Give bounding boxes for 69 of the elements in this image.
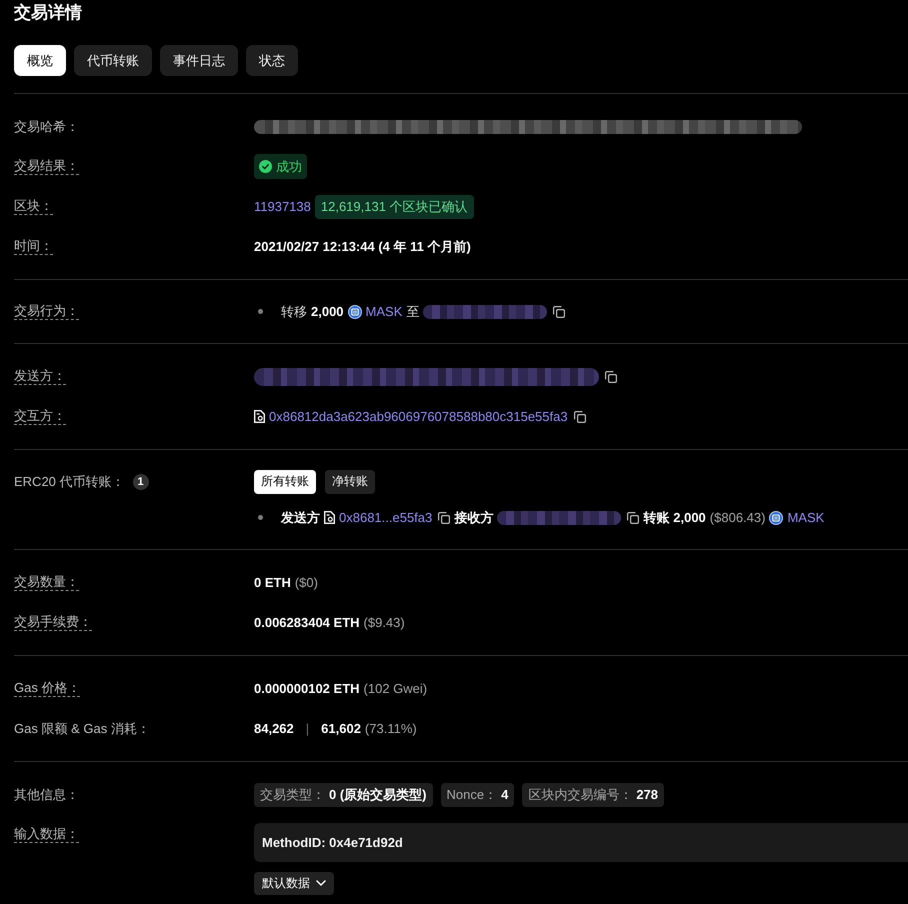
token-icon: [348, 304, 362, 318]
value-text: 2,000: [673, 510, 706, 525]
value-text: 0.006283404 ETH: [254, 615, 360, 630]
secondary-text: ($9.43): [364, 615, 405, 630]
separator: |: [306, 721, 310, 736]
token-icon: [769, 510, 784, 524]
copy-icon[interactable]: [438, 512, 450, 524]
field-label: Gas 价格：: [14, 680, 80, 697]
value-link[interactable]: 11937138: [254, 199, 311, 214]
field-label: 区块：: [14, 198, 53, 215]
secondary-text: ($806.43): [710, 510, 766, 525]
value-text: 2021/02/27 12:13:44 (4 年 11 个月前): [254, 238, 471, 256]
secondary-text: ($0): [294, 575, 318, 590]
chip-value: 4: [501, 787, 508, 802]
value-text: 84,262: [254, 721, 294, 736]
value-text: 2,000: [311, 304, 344, 319]
value-text: 接收方: [454, 508, 494, 526]
token-link[interactable]: MASK: [787, 510, 824, 525]
tab[interactable]: 状态: [246, 45, 298, 76]
value-text: 至: [406, 302, 420, 320]
check-icon: [259, 160, 272, 173]
chip-value: 278: [636, 787, 658, 802]
secondary-text: (73.11%): [364, 721, 417, 736]
filter-button[interactable]: 净转账: [325, 470, 375, 494]
chevron-down-icon: [316, 880, 326, 886]
chip-label: Nonce：: [446, 786, 498, 804]
field-label: 交易哈希：: [14, 118, 79, 134]
filter-button[interactable]: 所有转账: [254, 470, 316, 494]
address-link[interactable]: 0x86812da3a623ab9606976078588b80c315e55fa3: [269, 409, 568, 424]
tab[interactable]: 代币转账: [74, 45, 152, 76]
chip-label: 交易类型：: [260, 786, 325, 804]
copy-icon[interactable]: [627, 512, 640, 524]
copy-icon[interactable]: [605, 370, 617, 382]
bullet-icon: [258, 309, 263, 314]
field-label: 交易结果：: [14, 158, 79, 175]
field-label: 交易行为：: [14, 303, 79, 320]
value-text: 0 ETH: [254, 575, 291, 590]
tab[interactable]: 概览: [14, 45, 66, 76]
page-title: 交易详情: [14, 2, 82, 24]
count-badge: 1: [132, 474, 149, 490]
value-text: 发送方: [281, 508, 320, 526]
status-text: 成功: [276, 158, 302, 176]
method-id-text: MethodID: 0x4e71d92d: [262, 834, 403, 850]
confirmation-badge: 12,619,131 个区块已确认: [314, 194, 474, 218]
field-label: 其他信息：: [14, 786, 79, 802]
field-label: 交易手续费：: [14, 614, 92, 631]
copy-icon[interactable]: [574, 410, 586, 422]
value-text: 转移: [281, 302, 307, 320]
chip-value: 0 (原始交易类型): [329, 786, 426, 804]
value-text: 61,602: [321, 721, 361, 736]
token-link[interactable]: MASK: [366, 304, 402, 319]
bullet-icon: [258, 515, 263, 520]
address-link[interactable]: 0x8681...e55fa3: [339, 510, 432, 525]
copy-icon[interactable]: [553, 306, 566, 318]
tab[interactable]: 事件日志: [160, 45, 238, 76]
field-label: 发送方：: [14, 368, 66, 385]
field-label: 时间：: [14, 238, 53, 255]
field-label: ERC20 代币转账：: [14, 474, 125, 490]
secondary-text: (102 Gwei): [364, 681, 428, 696]
field-label: 交互方：: [14, 408, 66, 425]
value-text: 转账: [643, 508, 670, 526]
document-icon: [324, 511, 335, 524]
chip-label: 区块内交易编号：: [528, 786, 632, 804]
field-label: 输入数据：: [14, 826, 79, 842]
data-format-dropdown[interactable]: 默认数据: [254, 872, 334, 894]
field-label: 交易数量：: [14, 574, 79, 591]
value-text: 0.000000102 ETH: [254, 681, 360, 696]
document-icon: [254, 410, 265, 423]
field-label: Gas 限额 & Gas 消耗：: [14, 720, 150, 736]
